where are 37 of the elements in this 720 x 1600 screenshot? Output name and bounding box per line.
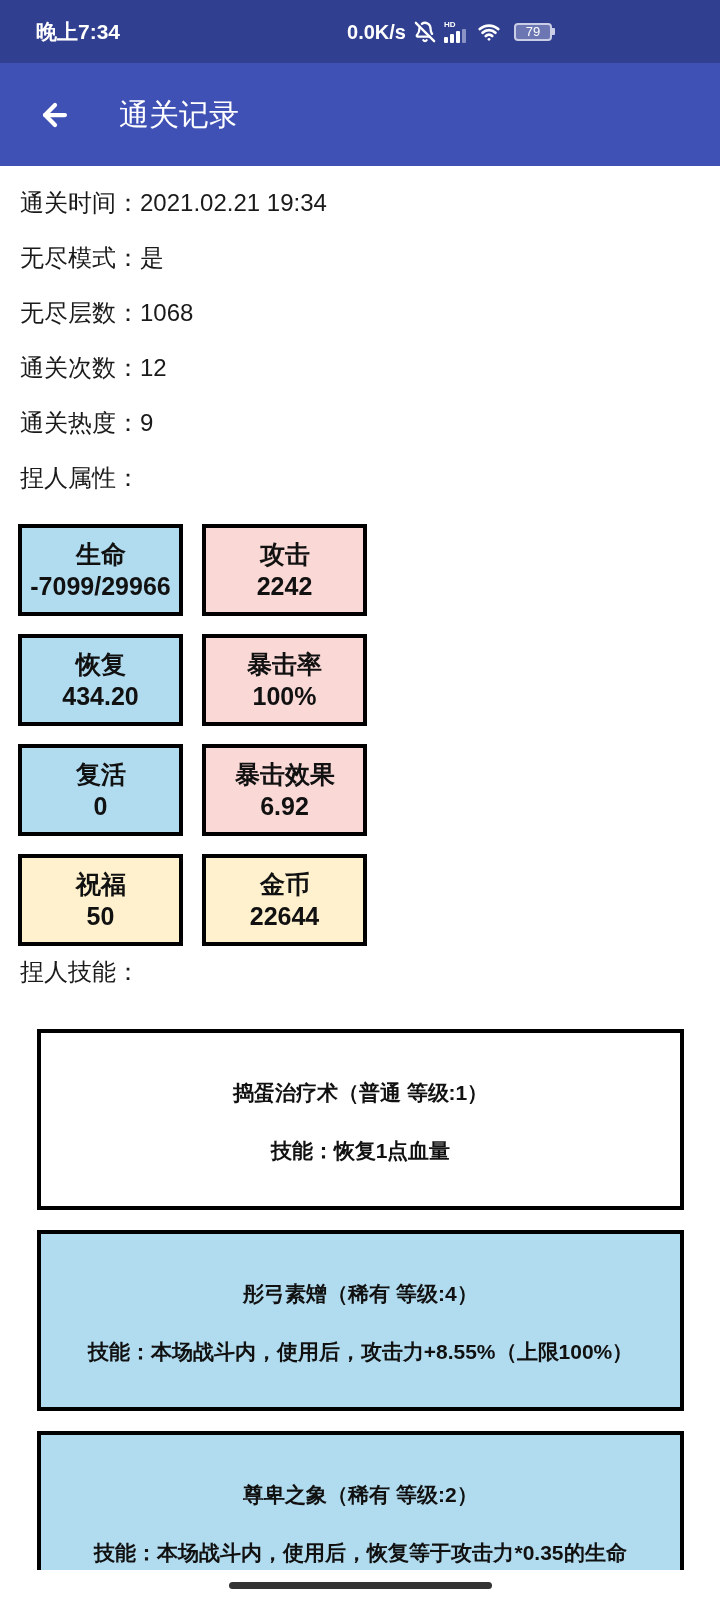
- record-line: 通关次数：12: [20, 353, 168, 383]
- bell-off-icon: [414, 20, 436, 43]
- stat-label: 攻击: [259, 539, 310, 570]
- record-line: 无尽模式：是: [20, 243, 165, 273]
- record-line: 通关热度：9: [20, 408, 155, 438]
- record-line: 通关时间：2021.02.21 19:34: [20, 188, 328, 218]
- stat-value: 0: [93, 791, 108, 822]
- skill-description: 技能：恢复1点血量: [270, 1138, 451, 1164]
- home-gesture-handle[interactable]: [228, 1582, 492, 1589]
- stat-value: 50: [86, 901, 115, 932]
- skill-description: 技能：本场战斗内，使用后，攻击力+8.55%（上限100%）: [87, 1339, 634, 1365]
- skill-title: 彤弓素矰（稀有 等级:4）: [243, 1281, 478, 1307]
- stat-value: 6.92: [260, 791, 309, 822]
- stat-label: 暴击效果: [234, 759, 335, 790]
- signal-icon: [444, 28, 466, 43]
- stat-label: 暴击率: [247, 649, 322, 680]
- network-speed: 0.0K/s: [347, 21, 406, 42]
- skill-title: 尊卑之象（稀有 等级:2）: [243, 1482, 478, 1508]
- skills-heading: 捏人技能：: [19, 957, 141, 987]
- record-line: 无尽层数：1068: [20, 298, 195, 328]
- battery-percentage: 79: [525, 25, 541, 38]
- stat-value: -7099/29966: [30, 571, 171, 602]
- stat-value: 100%: [252, 681, 317, 712]
- attributes-heading: 捏人属性：: [20, 463, 141, 493]
- stat-value: 434.20: [62, 681, 139, 712]
- stat-label: 复活: [75, 759, 126, 790]
- skill-description: 技能：本场战斗内，使用后，恢复等于攻击力*0.35的生命: [94, 1540, 627, 1566]
- stat-label: 金币: [259, 869, 310, 900]
- skill-title: 捣蛋治疗术（普通 等级:1）: [232, 1080, 489, 1106]
- page-title: 通关记录: [119, 99, 239, 130]
- stat-label: 恢复: [75, 649, 126, 680]
- stat-value: 22644: [249, 901, 320, 932]
- stat-label: 生命: [75, 539, 126, 570]
- stat-value: 2242: [256, 571, 313, 602]
- hd-label: HD: [444, 20, 456, 29]
- status-time: 晚上7:34: [36, 21, 121, 42]
- stat-label: 祝福: [75, 869, 126, 900]
